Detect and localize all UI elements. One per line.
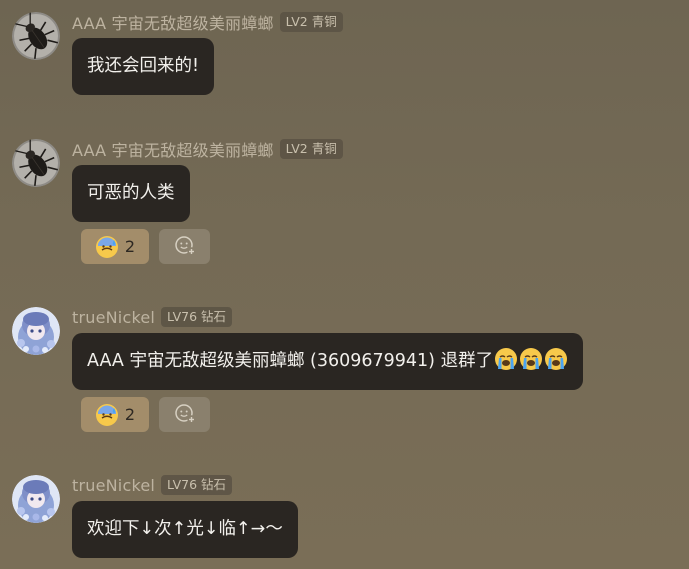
add-reaction-button[interactable] xyxy=(159,397,210,432)
message-bubble[interactable]: 可恶的人类 xyxy=(72,165,190,222)
message-4: trueNickel LV76 钻石 欢迎下↓次↑光↓临↑→～ xyxy=(0,473,689,563)
message-header: AAA 宇宙无敌超级美丽蟑螂 LV2 青铜 xyxy=(72,137,343,161)
add-emoji-icon xyxy=(173,401,197,429)
message-header: trueNickel LV76 钻石 xyxy=(72,305,233,329)
reaction-chip[interactable]: 2 xyxy=(81,229,149,264)
crying-emoji-icon xyxy=(519,338,543,362)
reaction-bar: 2 xyxy=(81,229,210,264)
message-bubble[interactable]: AAA 宇宙无敌超级美丽蟑螂 (3609679941) 退群了 xyxy=(72,333,584,390)
message-text: AAA 宇宙无敌超级美丽蟑螂 (3609679941) 退群了 xyxy=(87,351,494,371)
reaction-bar: 2 xyxy=(81,397,210,432)
sender-name[interactable]: AAA 宇宙无敌超级美丽蟑螂 xyxy=(72,137,274,161)
message-1: AAA 宇宙无敌超级美丽蟑螂 LV2 青铜 我还会回来的! xyxy=(0,10,689,100)
anxious-sweat-emoji-icon xyxy=(95,403,119,427)
reaction-count: 2 xyxy=(124,237,136,256)
reaction-count: 2 xyxy=(124,405,136,424)
level-badge: LV76 钻石 xyxy=(161,307,233,327)
crying-emoji-icon xyxy=(494,338,518,362)
level-badge: LV2 青铜 xyxy=(279,12,343,32)
anime-character-avatar[interactable] xyxy=(12,475,60,523)
cockroach-avatar[interactable] xyxy=(12,12,60,60)
message-header: trueNickel LV76 钻石 xyxy=(72,473,233,497)
message-header: AAA 宇宙无敌超级美丽蟑螂 LV2 青铜 xyxy=(72,10,343,34)
sender-name[interactable]: trueNickel xyxy=(72,476,155,495)
message-bubble[interactable]: 我还会回来的! xyxy=(72,38,215,95)
cockroach-avatar[interactable] xyxy=(12,139,60,187)
sender-name[interactable]: trueNickel xyxy=(72,308,155,327)
message-bubble[interactable]: 欢迎下↓次↑光↓临↑→～ xyxy=(72,501,298,558)
crying-emoji-icon xyxy=(544,338,568,362)
message-3: trueNickel LV76 钻石 AAA 宇宙无敌超级美丽蟑螂 (36096… xyxy=(0,305,689,435)
anxious-sweat-emoji-icon xyxy=(95,235,119,259)
message-2: AAA 宇宙无敌超级美丽蟑螂 LV2 青铜 可恶的人类 2 xyxy=(0,137,689,267)
sender-name[interactable]: AAA 宇宙无敌超级美丽蟑螂 xyxy=(72,10,274,34)
reaction-chip[interactable]: 2 xyxy=(81,397,149,432)
add-emoji-icon xyxy=(173,233,197,261)
anime-character-avatar[interactable] xyxy=(12,307,60,355)
level-badge: LV76 钻石 xyxy=(161,475,233,495)
add-reaction-button[interactable] xyxy=(159,229,210,264)
level-badge: LV2 青铜 xyxy=(279,139,343,159)
